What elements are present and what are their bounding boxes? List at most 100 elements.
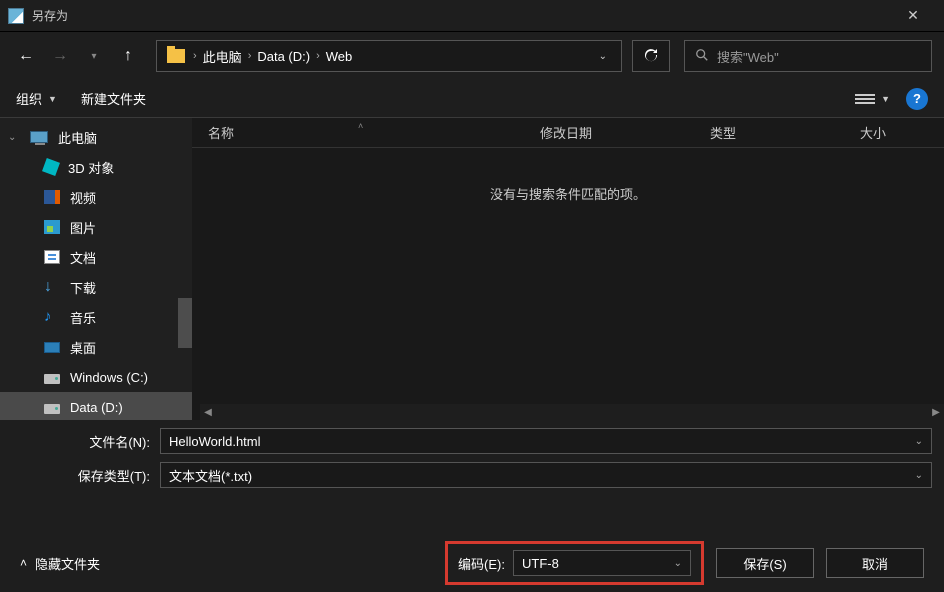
chevron-right-icon: › [246,50,254,62]
cancel-button[interactable]: 取消 [826,548,924,578]
sidebar-item-drive-d[interactable]: Data (D:) [0,392,192,420]
chevron-right-icon: › [191,50,199,62]
folder-icon [167,49,185,63]
filetype-select[interactable]: 文本文档(*.txt) ⌄ [160,462,932,488]
close-button[interactable]: ✕ [890,7,936,24]
drive-icon [44,374,60,384]
encoding-group: 编码(E): UTF-8 ⌄ [445,541,704,585]
breadcrumb-root[interactable]: 此电脑 [199,47,246,66]
recent-dropdown-icon[interactable]: ▾ [80,42,108,70]
sidebar-item-label: 桌面 [70,338,96,357]
chevron-down-icon[interactable]: ⌄ [915,470,923,481]
dialog-footer: ˄ 隐藏文件夹 编码(E): UTF-8 ⌄ 保存(S) 取消 [0,534,944,592]
save-button[interactable]: 保存(S) [716,548,814,578]
title-bar: 另存为 ✕ [0,0,944,32]
breadcrumb-folder[interactable]: Web [322,49,357,64]
documents-icon [44,250,60,264]
chevron-down-icon: ▼ [881,94,890,104]
sidebar-item-label: 文档 [70,248,96,267]
view-menu[interactable]: ▼ [855,91,890,107]
sidebar-item-drive-c[interactable]: Windows (C:) [0,362,192,392]
sidebar-item-label: 下载 [70,278,96,297]
column-label: 修改日期 [540,126,592,141]
chevron-up-icon: ˄ [20,556,27,570]
encoding-value: UTF-8 [522,556,559,571]
hide-folders-toggle[interactable]: ˄ 隐藏文件夹 [20,554,100,573]
sidebar-this-pc[interactable]: ⌄ 此电脑 [0,122,192,152]
refresh-icon [643,48,659,64]
downloads-icon [44,280,60,294]
sidebar-item-pictures[interactable]: 图片 [0,212,192,242]
sidebar-item-label: Data (D:) [70,400,123,415]
column-label: 名称 [208,126,234,141]
sidebar-item-music[interactable]: ♪ 音乐 [0,302,192,332]
search-placeholder: 搜索"Web" [717,47,779,66]
navigation-pane: ⌄ 此电脑 3D 对象 视频 图片 文档 下载 ♪ 音乐 [0,118,192,420]
sidebar-item-downloads[interactable]: 下载 [0,272,192,302]
scroll-track[interactable] [216,406,928,418]
sidebar-item-label: 视频 [70,188,96,207]
forward-button[interactable]: → [46,42,74,70]
address-bar[interactable]: › 此电脑 › Data (D:) › Web ⌄ [156,40,622,72]
music-icon: ♪ [44,310,60,324]
scroll-right-icon[interactable]: ▶ [928,407,944,418]
drive-icon [44,404,60,414]
column-name[interactable]: 名称 ˄ [192,123,524,142]
sidebar-item-documents[interactable]: 文档 [0,242,192,272]
up-button[interactable]: ↑ [114,42,142,70]
back-button[interactable]: ← [12,42,40,70]
sidebar-item-3d[interactable]: 3D 对象 [0,152,192,182]
video-icon [44,190,60,204]
navigation-bar: ← → ▾ ↑ › 此电脑 › Data (D:) › Web ⌄ 搜索"Web… [0,32,944,80]
column-date[interactable]: 修改日期 [524,123,694,142]
sidebar-item-label: 音乐 [70,308,96,327]
horizontal-scrollbar[interactable]: ◀ ▶ [200,404,944,420]
column-size[interactable]: 大小 [844,123,944,142]
main-area: ⌄ 此电脑 3D 对象 视频 图片 文档 下载 ♪ 音乐 [0,118,944,420]
refresh-button[interactable] [632,40,670,72]
hide-folders-label: 隐藏文件夹 [35,554,100,573]
pc-icon [30,131,48,143]
search-icon [695,48,709,65]
pictures-icon [44,220,60,234]
sidebar-item-label: 此电脑 [58,128,97,147]
scroll-left-icon[interactable]: ◀ [200,407,216,418]
sidebar-item-label: 图片 [70,218,96,237]
filename-label: 文件名(N): [12,432,160,451]
new-folder-button[interactable]: 新建文件夹 [81,89,146,108]
sidebar-item-video[interactable]: 视频 [0,182,192,212]
address-dropdown-icon[interactable]: ⌄ [589,51,617,62]
filename-value: HelloWorld.html [169,434,261,449]
filetype-label: 保存类型(T): [12,466,160,485]
encoding-select[interactable]: UTF-8 ⌄ [513,550,691,576]
save-label: 保存(S) [743,554,786,573]
chevron-down-icon[interactable]: ⌄ [674,558,682,569]
window-title: 另存为 [32,7,890,24]
column-headers: 名称 ˄ 修改日期 类型 大小 [192,118,944,148]
expand-icon: ⌄ [8,132,18,143]
sidebar-scrollbar[interactable] [178,298,192,348]
new-folder-label: 新建文件夹 [81,89,146,108]
search-input[interactable]: 搜索"Web" [684,40,932,72]
view-icon [855,91,875,107]
encoding-label: 编码(E): [458,554,505,573]
chevron-down-icon[interactable]: ⌄ [915,436,923,447]
sidebar-item-desktop[interactable]: 桌面 [0,332,192,362]
notepad-icon [8,8,24,24]
help-button[interactable]: ? [906,88,928,110]
3d-objects-icon [42,158,60,176]
chevron-down-icon: ▼ [48,94,57,104]
toolbar: 组织 ▼ 新建文件夹 ▼ ? [0,80,944,118]
filetype-value: 文本文档(*.txt) [169,466,252,485]
desktop-icon [44,342,60,353]
chevron-right-icon: › [314,50,322,62]
organize-menu[interactable]: 组织 ▼ [16,89,57,108]
column-type[interactable]: 类型 [694,123,844,142]
filename-input[interactable]: HelloWorld.html ⌄ [160,428,932,454]
column-label: 大小 [860,126,886,141]
cancel-label: 取消 [862,554,888,573]
empty-message: 没有与搜索条件匹配的项。 [192,148,944,203]
file-list: 名称 ˄ 修改日期 类型 大小 没有与搜索条件匹配的项。 ◀ ▶ [192,118,944,420]
breadcrumb-drive[interactable]: Data (D:) [253,49,314,64]
sort-indicator-icon: ˄ [358,121,363,131]
